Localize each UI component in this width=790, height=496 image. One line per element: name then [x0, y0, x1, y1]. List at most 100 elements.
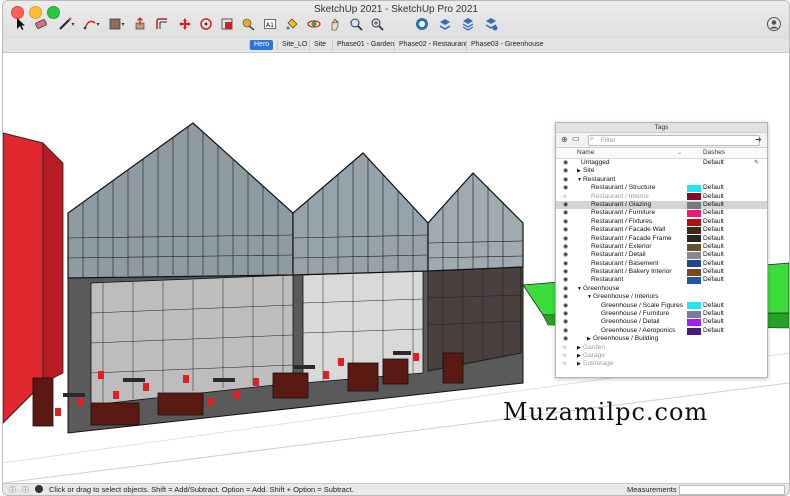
tag-color-swatch[interactable]	[687, 210, 701, 218]
tag-dashes[interactable]: Default	[703, 251, 724, 259]
visible-eye-icon[interactable]: ◉	[563, 235, 572, 243]
tab-hero[interactable]: Hero	[249, 40, 274, 50]
tag-color-swatch[interactable]	[687, 327, 701, 335]
tag-row[interactable]: ◉ ▶ Greenhouse / Building	[556, 335, 767, 343]
visible-eye-icon[interactable]: ◉	[563, 310, 572, 318]
tag-color-swatch[interactable]	[687, 226, 701, 234]
tag-row[interactable]: ◉ Restaurant / Bakery Interior Default	[556, 268, 767, 276]
tag-row[interactable]: ◉ Restaurant / Structure Default	[556, 184, 767, 192]
visible-eye-icon[interactable]: ◉	[563, 184, 572, 192]
tag-dashes[interactable]: Default	[703, 268, 724, 276]
tag-row[interactable]: ◉ Greenhouse / Furniture Default	[556, 310, 767, 318]
push-pull-tool-icon[interactable]	[131, 15, 149, 33]
move-tool-icon[interactable]	[176, 15, 194, 33]
tag-dashes[interactable]: Default	[703, 184, 724, 192]
tag-dashes[interactable]: Default	[703, 226, 724, 234]
visible-eye-icon[interactable]: ◉	[563, 302, 572, 310]
visible-eye-icon[interactable]: ◉	[563, 276, 572, 284]
visible-eye-icon[interactable]: ◉	[563, 159, 572, 167]
tag-color-swatch[interactable]	[687, 184, 701, 192]
tag-color-swatch[interactable]	[687, 201, 701, 209]
column-name[interactable]: Name	[577, 148, 594, 158]
tag-dashes[interactable]: Default	[703, 218, 724, 226]
visible-eye-icon[interactable]: ◉	[563, 243, 572, 251]
expand-arrow-icon[interactable]: ▶	[577, 352, 581, 360]
measurements-field[interactable]	[679, 485, 785, 495]
tab-phase02-restaurant[interactable]: Phase02 - Restaurant	[394, 40, 471, 50]
tag-dashes[interactable]: Default	[703, 201, 724, 209]
help-icon[interactable]: ⓘ	[22, 485, 29, 495]
tag-dashes[interactable]: Default	[703, 318, 724, 326]
visible-eye-icon[interactable]: ◉	[563, 293, 572, 301]
select-tool-icon[interactable]	[11, 15, 29, 33]
tag-row[interactable]: ◉ Greenhouse / Detail Default	[556, 318, 767, 327]
tag-row[interactable]: ◉ ▼ Greenhouse / Interiors	[556, 293, 767, 301]
shape-dropdown-icon[interactable]: ▾	[119, 15, 127, 33]
filter-input[interactable]: Filter	[588, 135, 760, 146]
tag-color-swatch[interactable]	[687, 235, 701, 243]
visible-eye-icon[interactable]: ◉	[563, 268, 572, 276]
tag-dashes[interactable]: Default	[703, 302, 724, 310]
tag-color-swatch[interactable]	[687, 310, 701, 318]
eraser-tool-icon[interactable]	[32, 15, 50, 33]
extension-warehouse-icon[interactable]	[436, 15, 454, 33]
tag-row[interactable]: ◉ ▶ Site	[556, 167, 767, 175]
visible-eye-icon[interactable]: ◉	[563, 260, 572, 268]
arc-dropdown-icon[interactable]: ▾	[94, 15, 102, 33]
add-tag-icon[interactable]: ⊕	[561, 135, 568, 144]
account-icon[interactable]	[765, 15, 783, 33]
tag-row[interactable]: ◉ Greenhouse / Aeroponics Default	[556, 327, 767, 335]
tag-dashes[interactable]: Default	[703, 327, 724, 335]
warehouse-icon[interactable]	[413, 15, 431, 33]
tag-dashes[interactable]: Default	[703, 260, 724, 268]
tag-row[interactable]: ○ Restaurant / Interior Default	[556, 193, 767, 201]
tab-phase01-garden[interactable]: Phase01 - Garden	[332, 40, 398, 50]
tag-row[interactable]: ◉ Restaurant / Glazing Default	[556, 200, 767, 210]
tag-row[interactable]: ◉ Restaurant Default	[556, 276, 767, 285]
tag-row[interactable]: ○ ▶ Garden	[556, 344, 767, 352]
offset-tool-icon[interactable]	[153, 15, 171, 33]
paint-bucket-tool-icon[interactable]	[283, 15, 301, 33]
orbit-tool-icon[interactable]	[305, 15, 323, 33]
tag-color-swatch[interactable]	[687, 268, 701, 276]
tag-row[interactable]: ◉ ▼ Restaurant	[556, 176, 767, 184]
tag-row[interactable]: ◉ Untagged Default ✎	[556, 159, 767, 167]
tab-phase03-greenhouse[interactable]: Phase03 - Greenhouse	[466, 40, 547, 50]
info-icon[interactable]: ⓘ	[9, 485, 16, 495]
expand-arrow-icon[interactable]: ▶	[587, 335, 591, 343]
active-tag-pencil-icon[interactable]: ✎	[754, 159, 759, 167]
column-dashes[interactable]: Dashes	[703, 148, 725, 158]
visible-eye-icon[interactable]: ◉	[563, 218, 572, 226]
expand-arrow-icon[interactable]: ▶	[577, 344, 581, 352]
tag-dashes[interactable]: Default	[703, 243, 724, 251]
send-to-layout-icon[interactable]	[459, 15, 477, 33]
add-folder-icon[interactable]: ▭	[572, 134, 580, 143]
tag-dashes[interactable]: Default	[703, 310, 724, 318]
visible-eye-icon[interactable]: ◉	[563, 167, 572, 175]
tag-dashes[interactable]: Default	[703, 235, 724, 243]
visible-eye-icon[interactable]: ◉	[563, 176, 572, 184]
visible-eye-icon[interactable]: ◉	[563, 209, 572, 217]
tag-color-swatch[interactable]	[687, 252, 701, 260]
tag-row[interactable]: ◉ Restaurant / Basement Default	[556, 260, 767, 268]
hidden-eye-icon[interactable]: ○	[563, 360, 572, 368]
tag-row[interactable]: ○ ▶ Garage	[556, 352, 767, 360]
tag-row[interactable]: ◉ Restaurant / Facade Frame Default	[556, 235, 767, 243]
pan-tool-icon[interactable]	[326, 15, 344, 33]
expand-arrow-icon[interactable]: ▶	[577, 167, 581, 175]
tag-color-swatch[interactable]	[687, 277, 701, 285]
hidden-eye-icon[interactable]: ○	[563, 344, 572, 352]
visible-eye-icon[interactable]: ◉	[563, 327, 572, 335]
tag-row[interactable]: ◉ ▼ Greenhouse	[556, 285, 767, 293]
visible-eye-icon[interactable]: ◉	[563, 251, 572, 259]
rotate-tool-icon[interactable]	[197, 15, 215, 33]
zoom-tool-icon[interactable]	[347, 15, 365, 33]
tag-row[interactable]: ◉ Restaurant / Fixtures Default	[556, 218, 767, 226]
tag-color-swatch[interactable]	[687, 302, 701, 310]
visible-eye-icon[interactable]: ◉	[563, 335, 572, 343]
tag-dashes[interactable]: Default	[703, 209, 724, 217]
tag-color-swatch[interactable]	[687, 218, 701, 226]
visible-eye-icon[interactable]: ◉	[563, 285, 572, 293]
visible-eye-icon[interactable]: ◉	[563, 201, 572, 209]
hidden-eye-icon[interactable]: ○	[563, 193, 572, 201]
